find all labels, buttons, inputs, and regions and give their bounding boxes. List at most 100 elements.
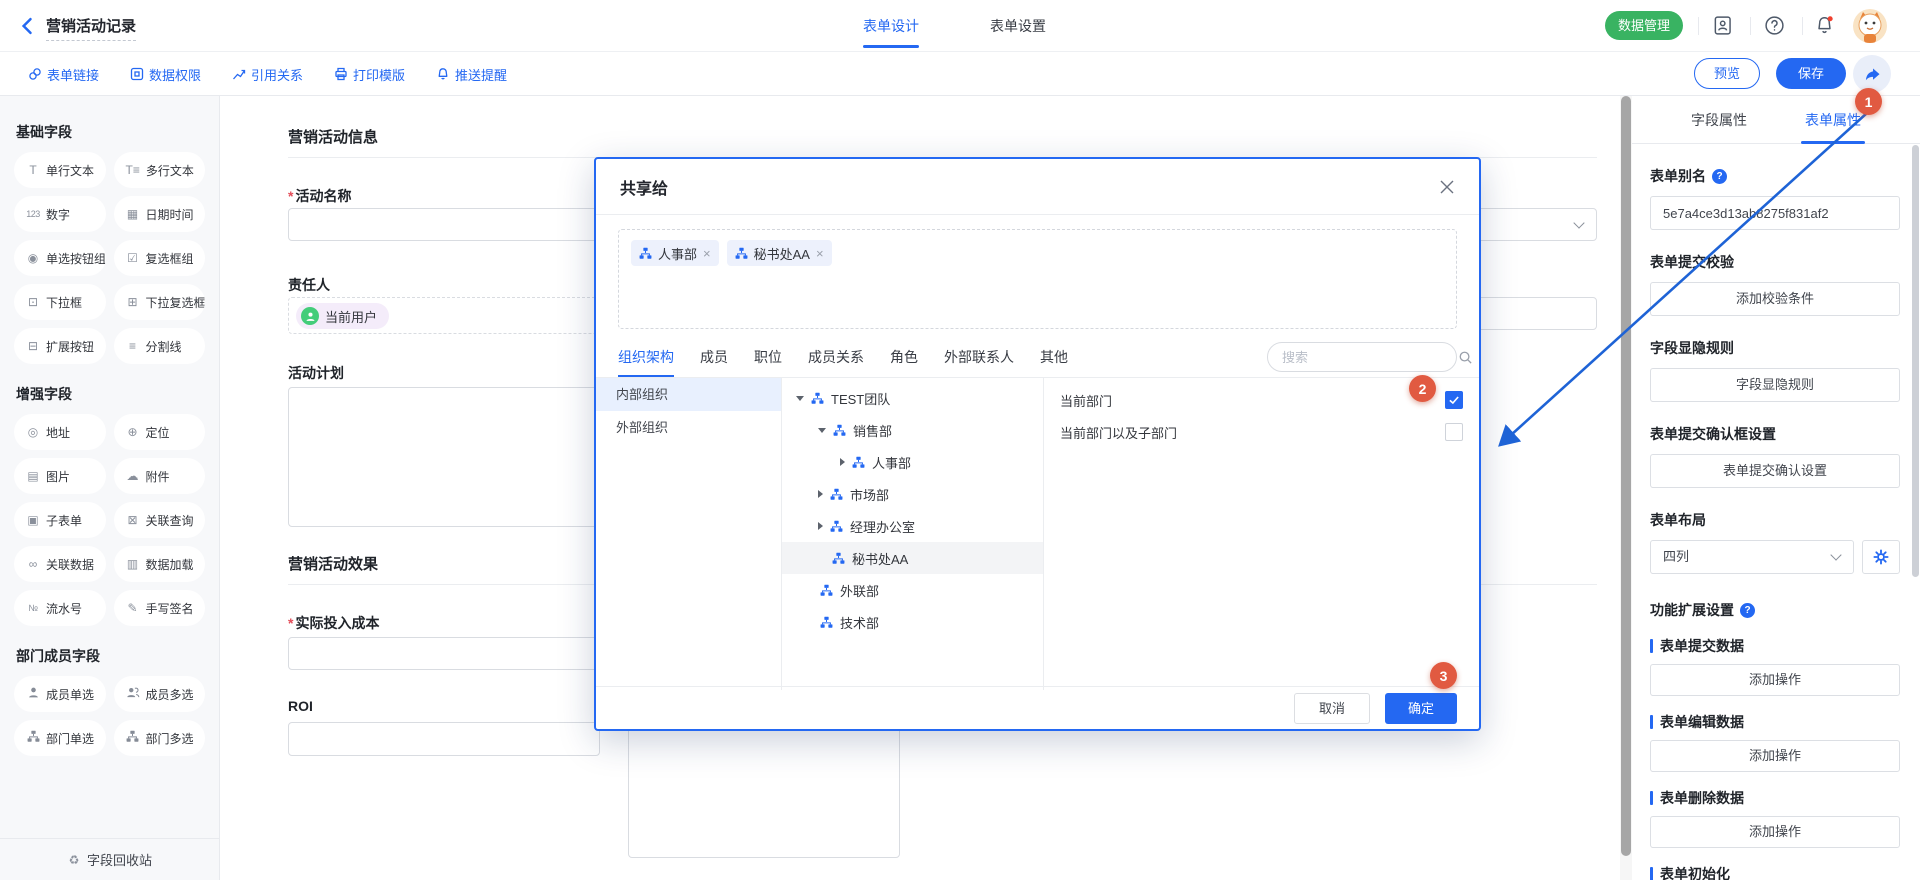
submit-confirm-button[interactable]: 表单提交确认设置 — [1650, 454, 1900, 488]
field-attachment[interactable]: ☁附件 — [114, 458, 206, 494]
form-layout-select[interactable]: 四列 — [1650, 540, 1854, 574]
field-multi-select[interactable]: ⊞下拉复选框 — [114, 284, 206, 320]
delete-data-add-action-button[interactable]: 添加操作 — [1650, 816, 1900, 848]
tab-form-design[interactable]: 表单设计 — [863, 0, 919, 52]
panel-scrollbar[interactable] — [1912, 145, 1919, 577]
option-current-dept[interactable]: 当前部门 — [1060, 384, 1463, 416]
plan-textarea[interactable] — [288, 387, 600, 527]
remove-tag-icon[interactable]: × — [703, 246, 711, 261]
tree-node-test-team[interactable]: TEST团队 — [782, 382, 1043, 414]
cancel-button[interactable]: 取消 — [1294, 693, 1370, 724]
print-template-item[interactable]: 打印模版 — [334, 52, 405, 96]
selected-tag-dept[interactable]: 秘书处AA × — [727, 240, 832, 266]
help-icon[interactable]: ? — [1740, 603, 1755, 618]
expand-arrow-icon[interactable] — [796, 396, 804, 401]
field-number[interactable]: 123数字 — [14, 196, 106, 232]
field-visibility-button[interactable]: 字段显隐规则 — [1650, 368, 1900, 402]
data-manage-button[interactable]: 数据管理 — [1605, 11, 1683, 40]
submit-data-add-action-button[interactable]: 添加操作 — [1650, 664, 1900, 696]
tab-org-structure[interactable]: 组织架构 — [618, 337, 674, 377]
field-single-text[interactable]: T单行文本 — [14, 152, 106, 188]
contacts-icon[interactable] — [1712, 15, 1733, 36]
field-signature[interactable]: ✎手写签名 — [114, 590, 206, 626]
field-multi-text[interactable]: T≡多行文本 — [114, 152, 206, 188]
field-extend-button[interactable]: ⊟扩展按钮 — [14, 328, 106, 364]
tree-node-hr-dept[interactable]: 人事部 — [782, 446, 1043, 478]
field-dept-single[interactable]: 部门单选 — [14, 720, 106, 756]
form-link-item[interactable]: 表单链接 — [28, 52, 99, 96]
selected-tag-dept[interactable]: 人事部 × — [631, 240, 719, 266]
tab-external-contacts[interactable]: 外部联系人 — [944, 337, 1014, 377]
field-dept-multi[interactable]: 部门多选 — [114, 720, 206, 756]
tree-node-marketing-dept[interactable]: 市场部 — [782, 478, 1043, 510]
tree-node-external-dept[interactable]: 外联部 — [782, 574, 1043, 606]
collapse-arrow-icon[interactable] — [840, 458, 845, 466]
field-serial-number[interactable]: №流水号 — [14, 590, 106, 626]
tab-field-properties[interactable]: 字段属性 — [1691, 96, 1747, 144]
edit-data-add-action-button[interactable]: 添加操作 — [1650, 740, 1900, 772]
preview-button[interactable]: 预览 — [1694, 58, 1760, 89]
field-linked-query[interactable]: ⊠关联查询 — [114, 502, 206, 538]
field-recycle-bin[interactable]: ♻ 字段回收站 — [0, 838, 219, 880]
confirm-button[interactable]: 确定 — [1385, 693, 1457, 724]
tab-member-relations[interactable]: 成员关系 — [808, 337, 864, 377]
checkbox-unchecked[interactable] — [1445, 423, 1463, 441]
field-checkbox-group[interactable]: ☑复选框组 — [114, 240, 206, 276]
tab-form-settings[interactable]: 表单设置 — [990, 0, 1046, 52]
field-datetime[interactable]: ▦日期时间 — [114, 196, 206, 232]
search-input[interactable] — [1282, 350, 1458, 365]
cost-input[interactable] — [288, 637, 600, 670]
layout-settings-button[interactable] — [1862, 540, 1900, 574]
field-image[interactable]: ▤图片 — [14, 458, 106, 494]
field-radio-group[interactable]: ◉单选按钮组 — [14, 240, 106, 276]
field-select[interactable]: ⊡下拉框 — [14, 284, 106, 320]
tree-node-tech-dept[interactable]: 技术部 — [782, 606, 1043, 638]
back-icon[interactable] — [18, 16, 38, 36]
field-data-load[interactable]: ▥数据加载 — [114, 546, 206, 582]
list-item-internal-org[interactable]: 内部组织 — [596, 378, 781, 411]
tree-node-sales-dept[interactable]: 销售部 — [782, 414, 1043, 446]
collapse-arrow-icon[interactable] — [818, 490, 823, 498]
field-location[interactable]: ⊕定位 — [114, 414, 206, 450]
save-button[interactable]: 保存 — [1776, 58, 1846, 89]
tree-node-secretary-office[interactable]: 秘书处AA — [782, 542, 1043, 574]
scrollbar-thumb[interactable] — [1621, 96, 1631, 856]
owner-field[interactable]: 当前用户 — [288, 297, 600, 334]
current-user-tag[interactable]: 当前用户 — [296, 303, 389, 329]
data-permission-item[interactable]: 数据权限 — [130, 52, 201, 96]
option-current-dept-and-children[interactable]: 当前部门以及子部门 — [1060, 416, 1463, 448]
activity-name-input[interactable] — [288, 208, 600, 241]
tree-node-manager-office[interactable]: 经理办公室 — [782, 510, 1043, 542]
tab-roles[interactable]: 角色 — [890, 337, 918, 377]
close-icon[interactable] — [1439, 179, 1455, 195]
checkbox-checked[interactable] — [1445, 391, 1463, 409]
form-title[interactable]: 营销活动记录 — [46, 15, 136, 41]
field-subform[interactable]: ▣子表单 — [14, 502, 106, 538]
tab-positions[interactable]: 职位 — [754, 337, 782, 377]
field-member-multi[interactable]: 成员多选 — [114, 676, 206, 712]
user-avatar[interactable] — [1853, 9, 1887, 43]
tab-form-properties[interactable]: 表单属性 — [1805, 96, 1861, 144]
tab-members[interactable]: 成员 — [700, 337, 728, 377]
help-icon[interactable] — [1764, 15, 1785, 36]
list-item-external-org[interactable]: 外部组织 — [596, 411, 781, 444]
field-member-single[interactable]: 成员单选 — [14, 676, 106, 712]
help-icon[interactable]: ? — [1712, 169, 1727, 184]
tab-others[interactable]: 其他 — [1040, 337, 1068, 377]
roi-input[interactable] — [288, 722, 600, 756]
field-linked-data[interactable]: ∞关联数据 — [14, 546, 106, 582]
push-reminder-item[interactable]: 推送提醒 — [436, 52, 507, 96]
share-icon[interactable] — [1853, 55, 1891, 93]
remove-tag-icon[interactable]: × — [816, 246, 824, 261]
search-box[interactable] — [1267, 342, 1457, 372]
notification-bell-icon[interactable] — [1814, 15, 1835, 36]
selected-targets-box[interactable]: 人事部 × 秘书处AA × — [618, 229, 1457, 329]
canvas-scrollbar[interactable] — [1620, 96, 1632, 880]
expand-arrow-icon[interactable] — [818, 428, 826, 433]
field-divider[interactable]: ≡分割线 — [114, 328, 206, 364]
collapse-arrow-icon[interactable] — [818, 522, 823, 530]
reference-relation-item[interactable]: 引用关系 — [232, 52, 303, 96]
form-alias-input[interactable] — [1650, 196, 1900, 230]
add-check-condition-button[interactable]: 添加校验条件 — [1650, 282, 1900, 316]
field-address[interactable]: ◎地址 — [14, 414, 106, 450]
